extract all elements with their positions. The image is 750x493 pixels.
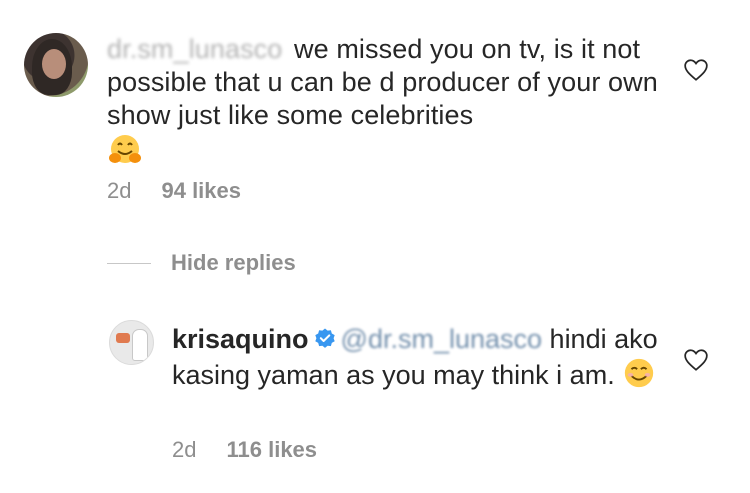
reply-avatar[interactable] bbox=[109, 320, 154, 365]
avatar-figure bbox=[132, 329, 148, 361]
reply-username[interactable]: krisaquino bbox=[172, 324, 309, 354]
avatar-ornament bbox=[116, 333, 130, 343]
avatar-face bbox=[42, 49, 66, 79]
commenter-avatar[interactable] bbox=[24, 33, 88, 97]
comment-meta: 2d 94 likes bbox=[107, 178, 241, 204]
reply-timestamp[interactable]: 2d bbox=[172, 437, 196, 463]
reply-likes[interactable]: 116 likes bbox=[226, 437, 317, 463]
smiling-face-emoji bbox=[622, 356, 656, 398]
hugging-face-emoji bbox=[107, 132, 143, 176]
comment-username-blurred[interactable]: dr.sm_lunasco bbox=[107, 34, 282, 64]
replies-divider-line bbox=[107, 262, 151, 264]
hide-replies-label: Hide replies bbox=[171, 250, 296, 275]
like-reply-heart-icon[interactable] bbox=[683, 347, 709, 373]
comment-body: dr.sm_lunasco we missed you on tv, is it… bbox=[107, 33, 667, 176]
reply-meta: 2d 116 likes bbox=[172, 437, 317, 463]
hide-replies-button[interactable]: Hide replies bbox=[107, 250, 296, 276]
comment-likes[interactable]: 94 likes bbox=[161, 178, 241, 204]
comment-timestamp[interactable]: 2d bbox=[107, 178, 131, 204]
reply-mention[interactable]: @dr.sm_lunasco bbox=[341, 324, 543, 354]
reply-body: krisaquino @dr.sm_lunasco hindi ako kasi… bbox=[172, 323, 662, 398]
verified-badge-icon bbox=[314, 328, 335, 348]
like-comment-heart-icon[interactable] bbox=[683, 57, 709, 83]
